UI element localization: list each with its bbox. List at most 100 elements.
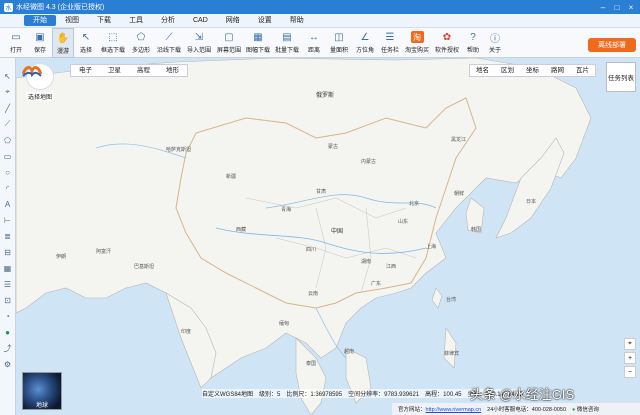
toolbar-button-polygon[interactable]: ⬠ 多边形 [128, 28, 154, 58]
wechat-consult[interactable]: ● 微信咨询 [572, 405, 599, 413]
area-icon: ◫ [334, 31, 344, 43]
toolbar-label: 量面积 [329, 48, 348, 54]
layer-tiles[interactable]: 瓦片 [570, 65, 595, 76]
about-icon: ⓘ [490, 33, 500, 45]
window-title: 水经微图 4.3 (企业版已授权) [16, 4, 105, 11]
zoom-out-icon[interactable]: − [624, 366, 636, 378]
toolbar-button-azimuth[interactable]: ∠ 方位角 [352, 28, 378, 58]
menu-download[interactable]: 下载 [88, 15, 120, 26]
choose-map-control[interactable]: 选择地图 [22, 63, 58, 101]
toolbar-button-help[interactable]: ? 帮助 [462, 28, 484, 58]
toolbar-button-sheet-download[interactable]: ▦ 图幅下载 [244, 28, 272, 58]
toolbar-label: 任务栏 [380, 48, 399, 54]
map-type-elevation[interactable]: 高程 [129, 65, 158, 76]
status-green-icon[interactable]: ● [2, 326, 14, 338]
globe-thumbnail[interactable]: 地球 [22, 372, 62, 410]
layer-roads[interactable]: 路网 [545, 65, 570, 76]
place-label: 伊朗 [56, 254, 67, 260]
hotline-value: 400-028-0050 [531, 407, 567, 413]
license-icon: ✿ [442, 31, 452, 43]
measure-icon[interactable]: ⊢ [2, 214, 14, 226]
map-type-terrain[interactable]: 地形 [158, 65, 187, 76]
menu-network[interactable]: 网络 [217, 15, 249, 26]
locate-icon[interactable]: ⌖ [624, 338, 636, 350]
level-value: 5 [277, 392, 281, 398]
toolbar-button-taobao[interactable]: 淘淘宝购买 [402, 28, 432, 58]
toolbar-button-distance[interactable]: ↔ 距离 [302, 28, 326, 58]
layer-districts[interactable]: 区划 [495, 65, 520, 76]
site-label: 官方网站： [398, 407, 426, 413]
toolbar-button-about[interactable]: ⓘ 关于 [484, 28, 506, 58]
place-label: 黑龙江 [451, 137, 467, 143]
menu-settings[interactable]: 设置 [249, 15, 281, 26]
place-label: 北京 [409, 201, 420, 207]
polyline-icon[interactable]: ⟋ [2, 118, 14, 130]
offline-deploy-button[interactable]: 离线部署 [588, 38, 636, 52]
toolbar-button-save[interactable]: ▣ 保存 [28, 28, 52, 58]
layers-icon[interactable]: ≣ [2, 230, 14, 242]
toolbar-button-box-download[interactable]: ⬚ 框选下载 [98, 28, 128, 58]
maximize-icon[interactable]: □ [610, 0, 624, 14]
ruler-icon[interactable]: ⊟ [2, 246, 14, 258]
map-type-electronic[interactable]: 电子 [71, 65, 100, 76]
toolbar-label: 框选下载 [100, 48, 125, 54]
rectangle-icon[interactable]: ▭ [2, 150, 14, 162]
toolbar-button-batch-download[interactable]: ▤ 批量下载 [272, 28, 302, 58]
resolution-label: 空间分辨率： [348, 392, 385, 398]
place-label: 菲律宾 [444, 351, 460, 357]
polygon-icon[interactable]: ⬠ [2, 134, 14, 146]
menu-tools[interactable]: 工具 [120, 15, 152, 26]
menu-view[interactable]: 视图 [56, 15, 88, 26]
website-link[interactable]: http://www.rivermap.cn [426, 407, 482, 413]
menu-bar: 开始 视图 下载 工具 分析 CAD 网络 设置 帮助 [0, 14, 640, 28]
place-label: 俄罗斯 [316, 93, 335, 99]
toolbar-label: 图幅下载 [245, 48, 270, 54]
menu-analysis[interactable]: 分析 [152, 15, 184, 26]
bottom-info-bar: 官方网站：http://www.rivermap.cn 24小时客服电话：400… [392, 403, 640, 415]
toolbar-button-import-range[interactable]: ⇲ 导入范围 [184, 28, 214, 58]
pointer-icon[interactable]: ↖ [2, 70, 14, 82]
toolbar-button-license[interactable]: ✿ 软件授权 [432, 28, 462, 58]
menu-help[interactable]: 帮助 [281, 15, 313, 26]
toolbar-button-line-download[interactable]: ⟋ 沿线下载 [154, 28, 184, 58]
import-range-icon: ⇲ [194, 31, 204, 43]
menu-cad[interactable]: CAD [184, 15, 217, 26]
toolbar-button-select-arrow[interactable]: ↖ 选择 [74, 28, 98, 58]
boundary-icon[interactable]: ⊡ [2, 294, 14, 306]
toolbar-button-taskbar[interactable]: ☰ 任务栏 [378, 28, 402, 58]
gear-icon[interactable]: ⚙ [2, 358, 14, 370]
map-canvas[interactable]: 俄罗斯 蒙古 哈萨克斯坦 中国 北京 新疆 西藏 青海 四川 内蒙古 黑龙江 日… [16, 58, 640, 415]
stack-icon[interactable]: ☰ [2, 278, 14, 290]
help-icon: ? [470, 31, 476, 43]
menu-start[interactable]: 开始 [24, 15, 56, 26]
line-icon[interactable]: ╱ [2, 102, 14, 114]
place-label: 日本 [526, 199, 537, 205]
distance-icon: ↔ [309, 31, 319, 43]
place-label: 云南 [308, 291, 319, 297]
toolbar-label: 关于 [488, 48, 501, 54]
zoom-in-icon[interactable]: + [624, 352, 636, 364]
place-label: 巴基斯坦 [134, 264, 155, 270]
toolbar-button-screen-range[interactable]: ▢ 屏幕范围 [214, 28, 244, 58]
toolbar-label: 批量下载 [274, 48, 299, 54]
close-icon[interactable]: × [624, 0, 638, 14]
arc-icon[interactable]: ◜ [2, 182, 14, 194]
chart-icon[interactable]: ◔ [2, 310, 14, 322]
marker-icon[interactable]: ⌖ [2, 86, 14, 98]
layer-coordinates[interactable]: 坐标 [520, 65, 545, 76]
save-icon: ▣ [35, 31, 45, 43]
wechat-label: 微信咨询 [576, 407, 599, 413]
toolbar-button-area[interactable]: ◫ 量面积 [326, 28, 352, 58]
circle-icon[interactable]: ○ [2, 166, 14, 178]
grid-icon[interactable]: ▦ [2, 262, 14, 274]
layer-placenames[interactable]: 地名 [470, 65, 495, 76]
task-list-button[interactable]: 任务列表 [606, 62, 636, 92]
place-label: 印度 [181, 329, 192, 335]
toolbar-button-hand[interactable]: ✋ 漫游 [52, 28, 74, 58]
map-type-satellite[interactable]: 卫星 [100, 65, 129, 76]
toolbar-button-folder[interactable]: ▭ 打开 [4, 28, 28, 58]
choose-map-label: 选择地图 [25, 92, 54, 101]
share-icon[interactable]: ⤴ [2, 342, 14, 354]
minimize-icon[interactable]: – [596, 0, 610, 14]
text-icon[interactable]: A [2, 198, 14, 210]
